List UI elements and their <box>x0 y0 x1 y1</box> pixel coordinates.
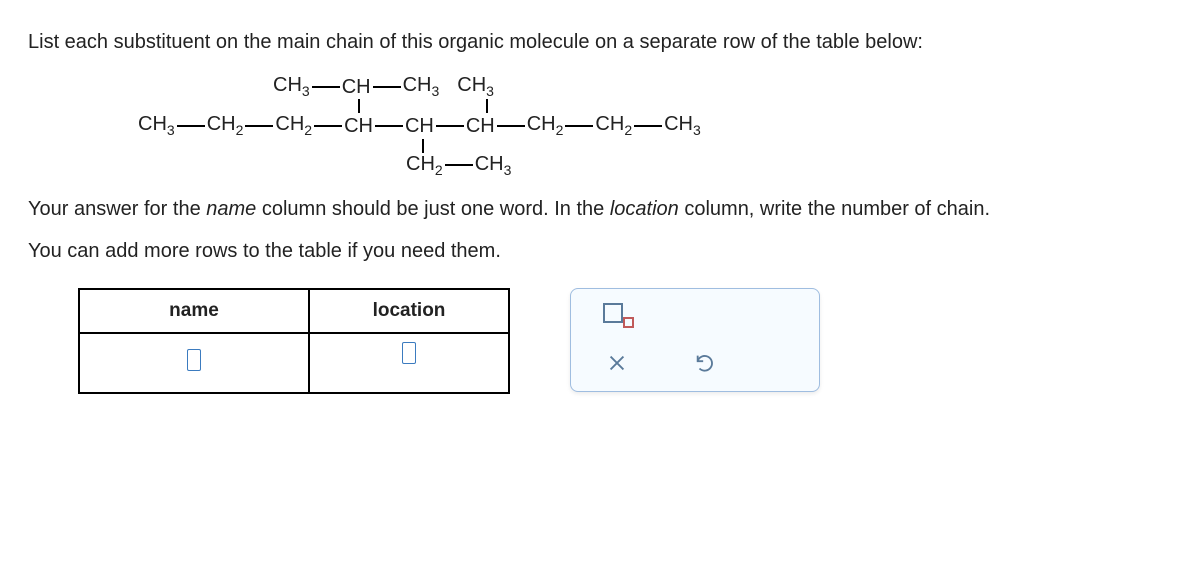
col-header-location: location <box>309 289 509 333</box>
col-header-name: name <box>79 289 309 333</box>
instruction-add-rows: You can add more rows to the table if yo… <box>28 236 1172 266</box>
input-placeholder-icon <box>187 349 201 371</box>
molecule-structure: CH3 CH CH3 CH3 CH3 CH2 CH2 CH CH CH CH2 … <box>138 74 1172 178</box>
subscript-icon <box>603 303 631 331</box>
undo-icon <box>694 352 716 374</box>
input-placeholder-icon <box>402 342 416 364</box>
instruction-name-location: Your answer for the name column should b… <box>28 194 1172 224</box>
clear-button[interactable] <box>603 349 631 377</box>
undo-button[interactable] <box>691 349 719 377</box>
location-cell[interactable] <box>309 333 509 393</box>
answer-table: name location <box>78 288 510 394</box>
question-prompt: List each substituent on the main chain … <box>28 28 1172 56</box>
tool-panel <box>570 288 820 392</box>
table-row <box>79 333 509 393</box>
close-icon <box>606 352 628 374</box>
name-cell[interactable] <box>79 333 309 393</box>
subscript-tool-button[interactable] <box>603 303 631 331</box>
